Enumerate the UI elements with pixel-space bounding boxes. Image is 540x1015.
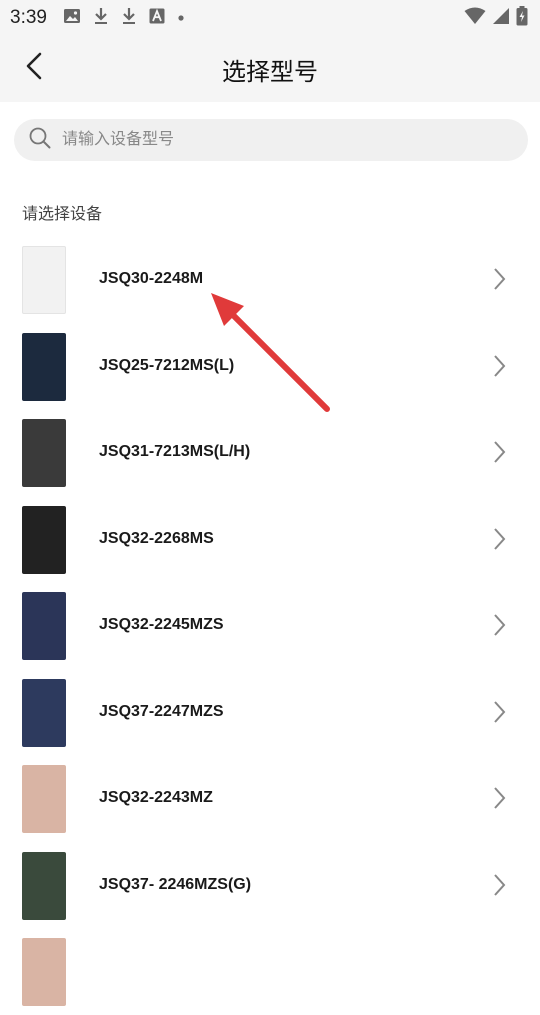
download-icon (121, 7, 137, 30)
device-thumbnail (22, 332, 66, 401)
device-thumbnail (22, 851, 66, 920)
page-title: 选择型号 (222, 59, 318, 86)
chevron-right-icon (490, 526, 508, 557)
device-thumbnail (22, 678, 66, 747)
device-name: JSQ32-2245MZS (99, 616, 224, 633)
list-item[interactable]: JSQ32-2243MZ (0, 755, 540, 842)
chevron-right-icon (490, 353, 508, 384)
chevron-right-icon (490, 785, 508, 816)
device-thumbnail (22, 419, 66, 487)
chevron-right-icon (490, 699, 508, 730)
device-thumbnail (22, 592, 66, 660)
section-label: 请选择设备 (22, 206, 103, 223)
device-list: JSQ30-2248M JSQ25-7212MS(L) JSQ31-7213MS… (0, 236, 540, 1015)
device-thumbnail (22, 765, 66, 833)
list-item[interactable]: JSQ30-2248M (0, 236, 540, 323)
device-thumbnail (22, 938, 66, 1006)
list-item[interactable]: JSQ37-2247MZS (0, 669, 540, 756)
status-left: 3:39 (10, 7, 185, 30)
device-thumbnail (22, 505, 66, 574)
search-input[interactable] (60, 130, 504, 150)
device-name: JSQ31-7213MS(L/H) (99, 443, 251, 460)
list-item[interactable]: JSQ32-2245MZS (0, 582, 540, 669)
device-name: JSQ37-2247MZS (99, 702, 224, 720)
search-icon (28, 126, 52, 155)
chevron-right-icon (490, 872, 508, 903)
header: 选择型号 (0, 36, 540, 102)
download-icon (93, 7, 109, 30)
list-item[interactable]: JSQ31-7213MS(L/H) (0, 409, 540, 496)
image-icon (63, 8, 81, 29)
chevron-right-icon (490, 612, 508, 643)
list-item[interactable]: JSQ25-7212MS(L) (0, 323, 540, 410)
dot-icon (177, 9, 185, 27)
battery-icon (516, 5, 528, 31)
search-bar[interactable] (14, 119, 528, 161)
list-item[interactable] (0, 928, 540, 1015)
chevron-right-icon (490, 266, 508, 297)
status-bar: 3:39 (0, 0, 540, 36)
device-name: JSQ37- 2246MZS(G) (99, 875, 252, 893)
signal-icon (492, 7, 510, 30)
device-thumbnail (22, 246, 66, 314)
wifi-icon (464, 7, 486, 30)
device-name: JSQ25-7212MS(L) (99, 356, 235, 374)
device-name: JSQ30-2248M (99, 270, 204, 287)
device-name: JSQ32-2268MS (99, 529, 214, 547)
list-item[interactable]: JSQ37- 2246MZS(G) (0, 842, 540, 929)
text-a-icon (149, 8, 165, 29)
device-name: JSQ32-2243MZ (99, 789, 213, 806)
chevron-right-icon (490, 439, 508, 470)
status-right (464, 5, 528, 31)
list-item[interactable]: JSQ32-2268MS (0, 496, 540, 583)
status-time: 3:39 (10, 7, 47, 28)
